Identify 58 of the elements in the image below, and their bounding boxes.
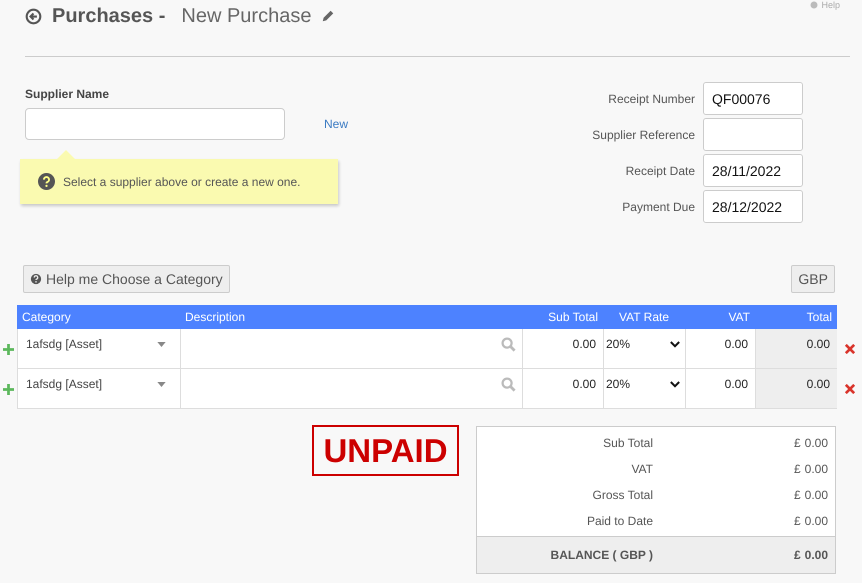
sub-total-field[interactable]: 0.00 [522, 369, 603, 408]
category-dropdown[interactable]: 1afsdg [Asset] [17, 369, 180, 408]
field-label: Receipt Date [626, 164, 695, 178]
page-title: Purchases - [52, 4, 166, 28]
vat-rate-dropdown[interactable]: 20% [603, 369, 685, 408]
hint-text: Select a supplier above or create a new one. [63, 174, 300, 188]
unpaid-stamp: UNPAID [312, 425, 459, 476]
column-header: VAT Rate [618, 310, 670, 324]
field-label: Receipt Number [608, 92, 695, 106]
vat-rate-dropdown[interactable]: 20% [603, 329, 685, 368]
delete-icon[interactable] [844, 384, 854, 394]
category-help-button[interactable]: Help me Choose a Category [23, 265, 230, 293]
summary-label: BALANCE ( GBP ) [550, 548, 653, 562]
purchase-title: New Purchase [181, 4, 312, 28]
supplier-name-field[interactable] [25, 108, 285, 140]
category-dropdown[interactable]: 1afsdg [Asset] [17, 329, 180, 368]
summary-label: Paid to Date [586, 514, 653, 528]
column-header: Total [806, 310, 833, 324]
chevron-icon [670, 381, 680, 388]
table-cell: 0.00 [755, 369, 837, 408]
summary-label: Gross Total [592, 488, 653, 502]
column-header: VAT [727, 310, 751, 324]
caret-icon [157, 382, 166, 387]
currency-button[interactable]: GBP [791, 265, 835, 293]
field-label: Payment Due [622, 200, 695, 214]
sub-total-field[interactable]: 0.00 [522, 329, 603, 368]
summary-label: Sub Total [602, 436, 653, 450]
currency-symbol: £ [794, 488, 801, 502]
column-header: Category [21, 310, 72, 324]
caret-icon [157, 342, 166, 347]
currency-symbol: £ [794, 462, 801, 476]
delete-icon[interactable] [844, 344, 854, 354]
pencil-icon[interactable] [321, 9, 336, 23]
text-field[interactable]: 28/12/2022 [703, 190, 803, 223]
question-icon [38, 173, 55, 190]
plus-icon[interactable] [3, 384, 14, 394]
currency-symbol: £ [794, 548, 801, 562]
text-field[interactable]: 28/11/2022 [703, 154, 803, 187]
plus-icon[interactable] [3, 344, 14, 354]
search-icon[interactable] [501, 377, 516, 392]
summary-amount: 0.00 [804, 436, 828, 450]
search-icon[interactable] [501, 337, 516, 352]
field-label: Supplier Name [25, 87, 110, 101]
new-supplier-link[interactable]: New [324, 117, 348, 131]
column-header: Sub Total [547, 310, 599, 324]
currency-symbol: £ [794, 514, 801, 528]
chevron-icon [670, 341, 680, 348]
text-field[interactable] [703, 118, 803, 151]
summary-amount: 0.00 [804, 514, 828, 528]
column-header: Description [184, 310, 246, 324]
summary-amount: 0.00 [804, 548, 828, 562]
currency-symbol: £ [794, 436, 801, 450]
summary-amount: 0.00 [804, 488, 828, 502]
summary-amount: 0.00 [804, 462, 828, 476]
field-label: Supplier Reference [592, 128, 695, 142]
table-cell: 0.00 [755, 329, 837, 368]
text-field[interactable]: QF00076 [703, 82, 803, 115]
summary-label: VAT [630, 462, 653, 476]
